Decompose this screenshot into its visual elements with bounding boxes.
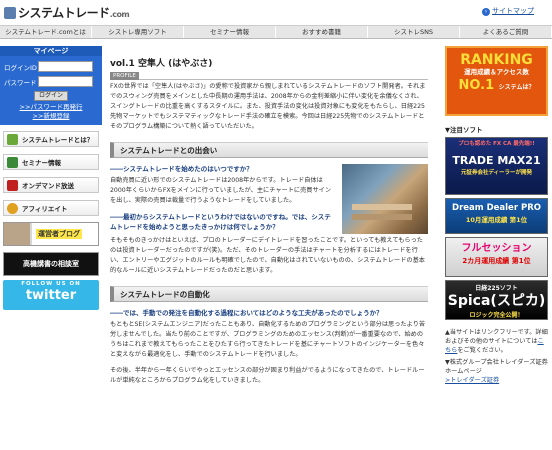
answer-paragraph: そもそものきっかけはといえば、プロのトレーダーにデイトレードを習ったことです。と…: [110, 237, 425, 274]
ad-spica[interactable]: 日経225ソフト Spica(スピカ) ロジック完全公開！: [445, 280, 548, 320]
ranking-no1-text: NO.1: [458, 78, 495, 93]
intro-paragraph: FXの世界では「空隼人(はやぶさ)」の愛称で投資家から親しまれているシステムトレ…: [110, 83, 426, 130]
twitter-banner-label: twitter: [25, 288, 77, 303]
ad2-title: Dream Dealer PRO: [452, 203, 541, 213]
blog-banner-label: 運営者ブログ: [36, 229, 82, 239]
side-menu-seminar[interactable]: セミナー情報: [3, 154, 99, 170]
nav-item-about[interactable]: システムトレード.comとは: [0, 26, 92, 38]
soudan-banner-label: 高機講書の相談室: [23, 260, 79, 268]
coin-icon: [7, 202, 18, 214]
link-free-note: ▲当サイトはリンクフリーです。詳細およびその他のサイトについてはこちらをご覧くだ…: [445, 328, 548, 355]
left-sidebar: マイページ ログインID パスワード ログイン >>パスワード再発行 >>新規登…: [0, 46, 102, 310]
sitemap-link[interactable]: › サイトマップ: [482, 6, 534, 16]
pencil-icon: [7, 156, 18, 168]
ranking-banner[interactable]: RANKING 運用成績＆アクセス数 NO.1 システムは？: [445, 46, 548, 116]
ad1-title: TRADE MAX21: [452, 154, 541, 167]
link-free-text-2: をご覧ください。: [457, 347, 507, 354]
group-company-text: ▼株式グループ会社トレイダーズ証券ホームページ: [445, 359, 548, 375]
login-id-input[interactable]: [38, 61, 93, 72]
answer-paragraph: もともとSE(システムエンジニア)だったこともあり、自動化するためのプログラミン…: [110, 321, 426, 358]
side-menu-ondemand-label: オンデマンド放送: [22, 182, 74, 190]
login-box: マイページ ログインID パスワード ログイン >>パスワード再発行 >>新規登…: [0, 46, 102, 125]
question: ――では、手動での発注を自動化する過程においてはどのような工夫があったのでしょう…: [110, 309, 383, 317]
nav-item-sns[interactable]: シストレSNS: [368, 26, 460, 38]
featured-software-title: ▼注目ソフト: [445, 126, 483, 134]
side-menu-ondemand[interactable]: オンデマンド放送: [3, 177, 99, 193]
nav-item-seminar[interactable]: セミナー情報: [184, 26, 276, 38]
leaf-icon: [7, 133, 18, 145]
side-menu-about[interactable]: システムトレードとは？: [3, 131, 99, 147]
link-free-text: ▲当サイトはリンクフリーです。詳細およびその他のサイトについては: [445, 329, 548, 345]
ranking-banner-title: RANKING: [460, 52, 533, 68]
ad4-top: 日経225ソフト: [475, 285, 518, 292]
nav-item-books[interactable]: おすすめ書籍: [276, 26, 368, 38]
soudan-banner[interactable]: 高機講書の相談室: [3, 252, 99, 276]
side-menu-about-label: システムトレードとは？: [22, 136, 94, 144]
site-logo[interactable]: システムトレード.com: [4, 4, 130, 21]
ad3-title: フルセッション: [461, 243, 532, 254]
group-company-note: ▼株式グループ会社トレイダーズ証券ホームページ >トレイダーズ証券: [445, 358, 548, 385]
ad-dream-dealer[interactable]: Dream Dealer PRO 10月運用成績 第1位: [445, 198, 548, 234]
ad1-sub: 元証券会社ディーラーが開発: [460, 170, 533, 176]
profile-tag: PROFILE: [110, 72, 139, 80]
password-label: パスワード: [4, 78, 37, 87]
blog-avatar: [4, 223, 30, 245]
sitemap-label: サイトマップ: [492, 7, 534, 15]
ad-trade-max21[interactable]: プロも認めた FX CA 最先端!! TRADE MAX21 元証券会社ディーラ…: [445, 137, 548, 195]
section-heading: システムトレードの自動化: [110, 286, 428, 302]
nav-item-faq[interactable]: よくあるご質問: [460, 26, 552, 38]
interview-photo: [342, 164, 428, 234]
ad1-top: プロも認めた FX CA 最先端!!: [458, 141, 535, 147]
ad4-sub: ロジック完全公開！: [469, 312, 524, 319]
logo-text: システムトレード: [18, 6, 110, 20]
register-link[interactable]: >>新規登録: [0, 112, 102, 121]
ranking-banner-subtitle: 運用成績＆アクセス数: [464, 68, 529, 76]
forgot-password-link[interactable]: >>パスワード再発行: [0, 103, 102, 112]
login-title: マイページ: [0, 46, 102, 56]
side-menu-affiliate-label: アフィリエイト: [22, 205, 68, 213]
ad2-sub: 10月運用成績 第1位: [465, 216, 528, 224]
section-heading: システムトレードとの出会い: [110, 142, 428, 158]
password-input[interactable]: [38, 76, 93, 87]
ranking-no1-small: システムは？: [498, 84, 535, 91]
logo-mark-icon: [4, 7, 16, 19]
login-button[interactable]: ログイン: [34, 91, 68, 101]
arrow-right-icon: ›: [482, 8, 490, 16]
twitter-banner[interactable]: FOLLOW US ON twitter: [3, 280, 99, 310]
ranking-banner-no1: NO.1 システムは？: [447, 77, 546, 97]
nav-item-software[interactable]: シストレ専用ソフト: [92, 26, 184, 38]
logo-suffix: .com: [109, 10, 130, 19]
traders-securities-link[interactable]: >トレイダーズ証券: [445, 377, 499, 384]
side-menu-seminar-label: セミナー情報: [22, 159, 61, 167]
ad3-sub: 2カ月運用成績 第1位: [462, 257, 531, 265]
ad4-title: Spica(スピカ): [447, 293, 546, 309]
page-title: vol.1 空隼人 (はやぶさ): [110, 59, 213, 69]
global-nav: システムトレード.comとは シストレ専用ソフト セミナー情報 おすすめ書籍 シ…: [0, 25, 552, 39]
ad-full-session[interactable]: フルセッション 2カ月運用成績 第1位: [445, 237, 548, 277]
camera-icon: [7, 179, 18, 191]
right-sidebar: RANKING 運用成績＆アクセス数 NO.1 システムは？ ▼注目ソフト プロ…: [445, 46, 548, 385]
site-header: システムトレード.com › サイトマップ: [0, 0, 552, 24]
answer-paragraph: その後、半年から一年くらいでやっとエッセンスの部分が固まり利益がでるようになって…: [110, 367, 425, 384]
login-id-label: ログインID: [4, 63, 37, 72]
main-content: vol.1 空隼人 (はやぶさ) PROFILE FXの世界では「空隼人(はやぶ…: [110, 46, 428, 386]
blog-banner[interactable]: 運営者ブログ: [3, 222, 99, 246]
twitter-banner-top: FOLLOW US ON: [21, 281, 81, 287]
divider: [110, 79, 428, 80]
side-menu-affiliate[interactable]: アフィリエイト: [3, 200, 99, 216]
